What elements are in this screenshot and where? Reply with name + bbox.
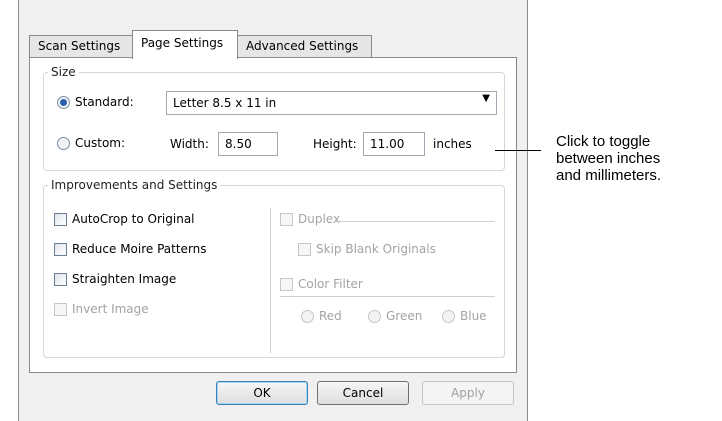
straighten-label: Straighten Image: [72, 272, 177, 286]
blue-label: Blue: [460, 309, 487, 323]
green-radio-row[interactable]: Green: [368, 309, 422, 323]
callout-pointer-line: [495, 150, 541, 151]
color-filter-checkbox[interactable]: [280, 277, 293, 291]
reduce-moire-checkbox[interactable]: [54, 242, 67, 256]
duplex-label: Duplex: [298, 212, 341, 226]
green-radio[interactable]: [368, 309, 381, 323]
red-radio[interactable]: [301, 309, 314, 323]
size-legend: Size: [51, 65, 76, 79]
straighten-checkbox[interactable]: [54, 272, 67, 286]
tab-page-settings[interactable]: Page Settings: [132, 30, 238, 59]
ok-button[interactable]: OK: [216, 381, 308, 405]
tab-advanced-settings[interactable]: Advanced Settings: [237, 35, 372, 57]
invert-row[interactable]: Invert Image: [54, 302, 149, 316]
width-value: 8.50: [225, 137, 252, 151]
standard-label: Standard:: [75, 95, 134, 109]
improvements-group: Improvements and Settings: [43, 178, 505, 358]
autocrop-label: AutoCrop to Original: [72, 212, 195, 226]
standard-radio-row[interactable]: Standard:: [57, 95, 134, 109]
reduce-moire-row[interactable]: Reduce Moire Patterns: [54, 242, 207, 256]
red-radio-row[interactable]: Red: [301, 309, 342, 323]
autocrop-row[interactable]: AutoCrop to Original: [54, 212, 195, 226]
color-filter-label: Color Filter: [298, 277, 363, 291]
straighten-row[interactable]: Straighten Image: [54, 272, 176, 286]
color-filter-row[interactable]: Color Filter: [280, 277, 363, 291]
custom-radio[interactable]: [57, 136, 70, 150]
units-toggle-label[interactable]: inches: [433, 137, 472, 151]
cancel-button[interactable]: Cancel: [317, 381, 409, 405]
blue-radio[interactable]: [442, 309, 455, 323]
page-settings-panel: Size Standard: Letter 8.5 x 11 in ▼ Cust…: [29, 57, 517, 373]
duplex-row[interactable]: Duplex: [280, 212, 340, 226]
duplex-checkbox[interactable]: [280, 212, 293, 226]
height-field[interactable]: 11.00: [363, 132, 425, 156]
green-label: Green: [386, 309, 423, 323]
red-label: Red: [319, 309, 342, 323]
reduce-moire-label: Reduce Moire Patterns: [72, 242, 207, 256]
duplex-divider: [335, 221, 495, 222]
callout-note: Click to toggle between inches and milli…: [556, 133, 722, 184]
page-settings-dialog: Scan Settings Page Settings Advanced Set…: [18, 0, 528, 421]
tab-scan-settings[interactable]: Scan Settings: [29, 35, 133, 57]
callout-line-1: Click to toggle: [556, 133, 651, 150]
height-value: 11.00: [370, 137, 405, 151]
skip-blank-row[interactable]: Skip Blank Originals: [298, 242, 436, 256]
callout-line-3: and millimeters.: [556, 167, 662, 184]
improvements-legend: Improvements and Settings: [51, 178, 218, 192]
invert-checkbox[interactable]: [54, 302, 67, 316]
skip-blank-label: Skip Blank Originals: [316, 242, 436, 256]
blue-radio-row[interactable]: Blue: [442, 309, 487, 323]
custom-label: Custom:: [75, 136, 126, 150]
apply-button[interactable]: Apply: [422, 381, 514, 405]
width-field[interactable]: 8.50: [218, 132, 278, 156]
group-divider: [270, 208, 271, 353]
standard-radio[interactable]: [57, 95, 70, 109]
callout-line-2: between inches: [556, 150, 661, 167]
width-label: Width:: [170, 137, 209, 151]
chevron-down-icon[interactable]: ▼: [482, 93, 490, 104]
color-filter-divider: [280, 296, 495, 297]
height-label: Height:: [313, 137, 357, 151]
custom-radio-row[interactable]: Custom:: [57, 136, 125, 150]
invert-label: Invert Image: [72, 302, 149, 316]
standard-size-value: Letter 8.5 x 11 in: [173, 96, 277, 110]
standard-size-dropdown[interactable]: Letter 8.5 x 11 in ▼: [166, 91, 497, 115]
skip-blank-checkbox[interactable]: [298, 242, 311, 256]
autocrop-checkbox[interactable]: [54, 212, 67, 226]
